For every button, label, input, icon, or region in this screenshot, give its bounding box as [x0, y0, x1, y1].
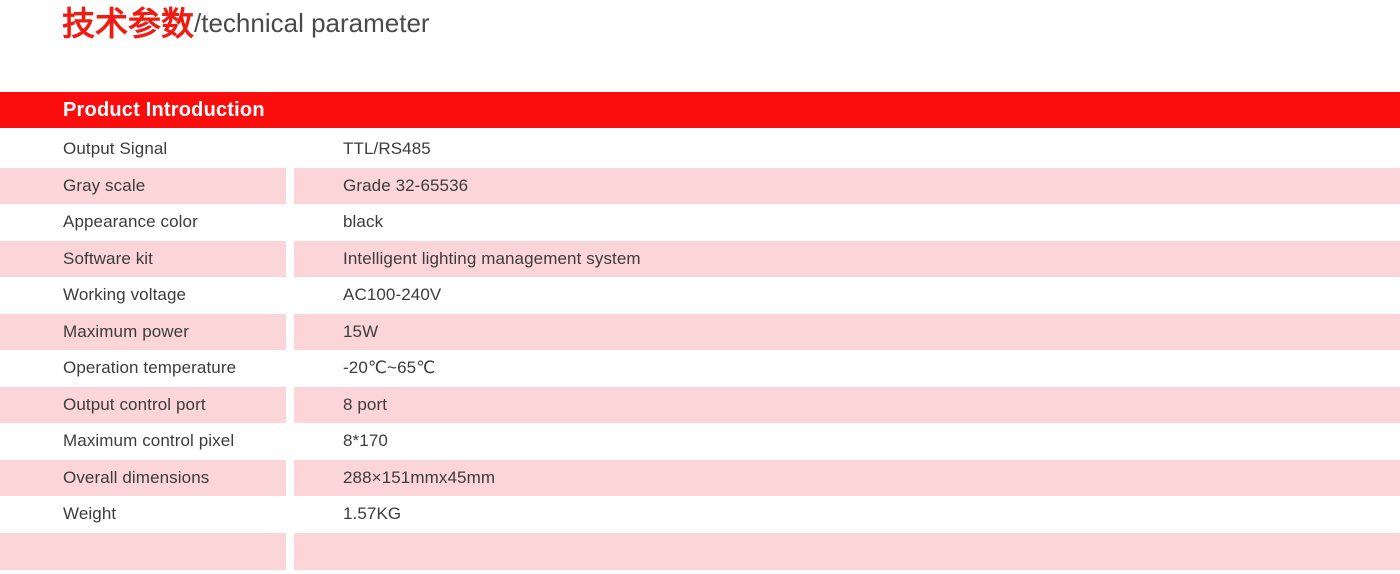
spec-value: 15W: [294, 313, 1400, 350]
table-row: [0, 532, 1400, 570]
spec-value: 288×151mmx45mm: [294, 459, 1400, 496]
spec-label: Operation temperature: [63, 358, 237, 378]
technical-parameter-page: 技术参数/technical parameter Product Introdu…: [0, 0, 1400, 574]
column-gap: [286, 204, 294, 241]
spec-value: 8*170: [343, 431, 388, 451]
spec-label: Overall dimensions: [0, 459, 286, 496]
spec-value: 8 port: [294, 386, 1400, 423]
spec-label: Output control port: [0, 386, 286, 423]
spec-value: Intelligent lighting management system: [294, 240, 1400, 277]
column-gap: [286, 496, 294, 533]
spec-value: -20℃~65℃: [343, 358, 436, 378]
spec-value: [294, 532, 1400, 570]
spec-value: TTL/RS485: [343, 139, 431, 159]
spec-label: Working voltage: [63, 285, 187, 305]
spec-value: 1.57KG: [343, 504, 402, 524]
table-row: Output Signal TTL/RS485: [0, 131, 1400, 168]
table-row: Software kit Intelligent lighting managem…: [0, 240, 1400, 278]
column-gap: [286, 533, 294, 570]
spec-label: [0, 532, 286, 570]
spec-value: Grade 32-65536: [294, 167, 1400, 204]
table-row: Overall dimensions 288×151mmx45mm: [0, 459, 1400, 497]
table-row: Maximum control pixel 8*170: [0, 423, 1400, 460]
page-title-chinese: 技术参数: [62, 4, 194, 42]
page-title: 技术参数/technical parameter: [62, 0, 430, 46]
table-row: Weight 1.57KG: [0, 496, 1400, 533]
column-gap: [286, 350, 294, 387]
specification-table: Output Signal TTL/RS485 Gray scale Grade 32…: [0, 131, 1400, 570]
column-gap: [286, 241, 294, 278]
column-gap: [286, 314, 294, 351]
page-title-english: /technical parameter: [194, 8, 430, 38]
spec-value: black: [343, 212, 384, 232]
spec-label: Output Signal: [63, 139, 168, 159]
spec-label: Maximum control pixel: [63, 431, 235, 451]
spec-label: Weight: [63, 504, 117, 524]
column-gap: [286, 387, 294, 424]
column-gap: [286, 423, 294, 460]
column-gap: [286, 277, 294, 314]
table-row: Appearance color black: [0, 204, 1400, 241]
spec-label: Software kit: [0, 240, 286, 277]
table-row: Operation temperature -20℃~65℃: [0, 350, 1400, 387]
table-row: Working voltage AC100-240V: [0, 277, 1400, 314]
table-row: Gray scale Grade 32-65536: [0, 167, 1400, 205]
column-gap: [286, 460, 294, 497]
spec-label: Appearance color: [63, 212, 198, 232]
spec-label: Maximum power: [0, 313, 286, 350]
spec-label: Gray scale: [0, 167, 286, 204]
section-header-bar: Product Introduction: [0, 92, 1400, 128]
table-row: Output control port 8 port: [0, 386, 1400, 424]
column-gap: [286, 131, 294, 168]
column-gap: [286, 168, 294, 205]
table-row: Maximum power 15W: [0, 313, 1400, 351]
spec-value: AC100-240V: [343, 285, 442, 305]
section-header-title: Product Introduction: [63, 98, 265, 121]
